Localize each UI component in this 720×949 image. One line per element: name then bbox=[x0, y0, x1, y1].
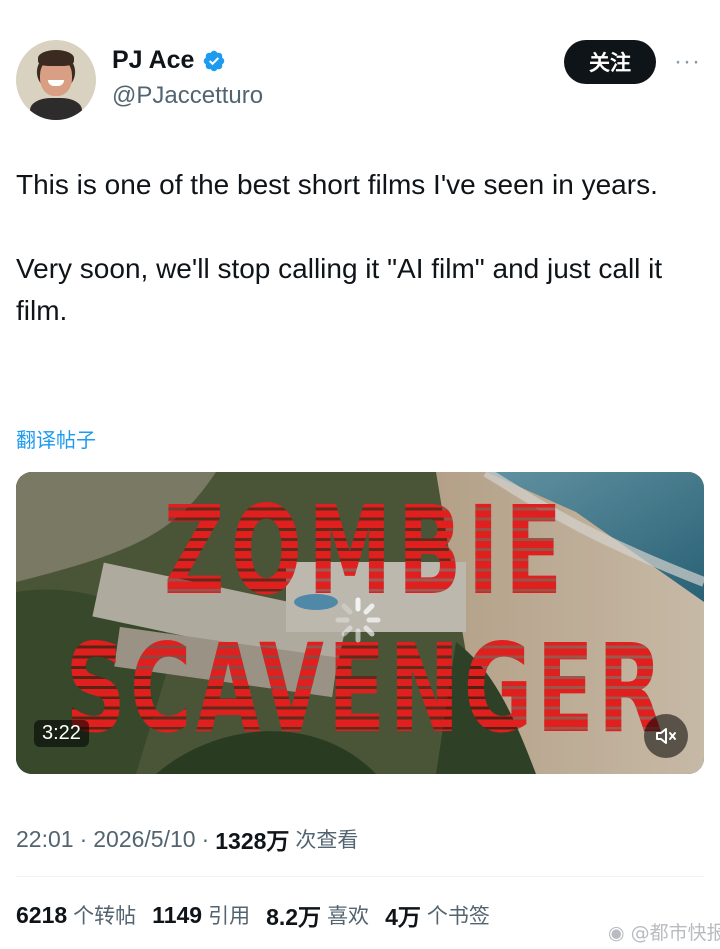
meta-separator: · bbox=[201, 825, 210, 852]
reposts-label[interactable]: 个转帖 bbox=[73, 900, 136, 930]
tweet-time[interactable]: 22:01 bbox=[16, 826, 74, 853]
user-handle[interactable]: @PJaccetturo bbox=[112, 82, 263, 110]
avatar-hair bbox=[38, 50, 74, 66]
tweet-text: This is one of the best short films I've… bbox=[16, 164, 696, 332]
follow-button[interactable]: 关注 bbox=[564, 40, 656, 84]
divider bbox=[16, 876, 704, 877]
speaker-muted-icon bbox=[656, 728, 676, 744]
views-count: 1328万 bbox=[215, 828, 290, 854]
bookmarks-label[interactable]: 个书签 bbox=[427, 900, 490, 930]
bookmarks-count[interactable]: 4万 bbox=[385, 898, 421, 932]
tweet-header: PJ Ace @PJaccetturo 关注 ··· bbox=[16, 38, 706, 122]
watermark-text: @都市快报 bbox=[630, 922, 720, 944]
tweet-paragraph: This is one of the best short films I've… bbox=[16, 169, 658, 200]
video-duration: 3:22 bbox=[34, 720, 89, 747]
weibo-icon: ◉ bbox=[608, 922, 625, 944]
tweet-paragraph: Very soon, we'll stop calling it "AI fil… bbox=[16, 253, 663, 326]
video-player[interactable]: ZOMBIE SCAVENGER 3:22 bbox=[16, 472, 704, 774]
verified-badge-icon bbox=[204, 50, 225, 71]
views-label: 次查看 bbox=[295, 828, 359, 852]
display-name[interactable]: PJ Ace bbox=[112, 46, 194, 75]
reposts-count[interactable]: 6218 bbox=[16, 902, 67, 929]
spinner-icon bbox=[335, 597, 381, 643]
quotes-label[interactable]: 引用 bbox=[208, 900, 250, 930]
likes-count[interactable]: 8.2万 bbox=[266, 898, 321, 932]
tweet-meta: 22:01 · 2026/5/10 · 1328万 次查看 bbox=[16, 822, 358, 856]
more-horizontal-icon[interactable]: ··· bbox=[674, 48, 701, 76]
tweet-date[interactable]: 2026/5/10 bbox=[93, 826, 195, 853]
mute-button[interactable] bbox=[644, 714, 688, 758]
quotes-count[interactable]: 1149 bbox=[152, 902, 202, 929]
name-row: PJ Ace bbox=[112, 46, 226, 75]
likes-label[interactable]: 喜欢 bbox=[327, 900, 369, 930]
translate-post-link[interactable]: 翻译帖子 bbox=[16, 424, 96, 453]
meta-separator: · bbox=[79, 825, 88, 852]
engagement-stats: 6218 个转帖 1149 引用 8.2万 喜欢 4万 个书签 bbox=[16, 898, 506, 932]
avatar-shirt bbox=[30, 98, 82, 120]
avatar[interactable] bbox=[16, 40, 96, 120]
watermark: ◉ @都市快报 bbox=[608, 918, 720, 945]
